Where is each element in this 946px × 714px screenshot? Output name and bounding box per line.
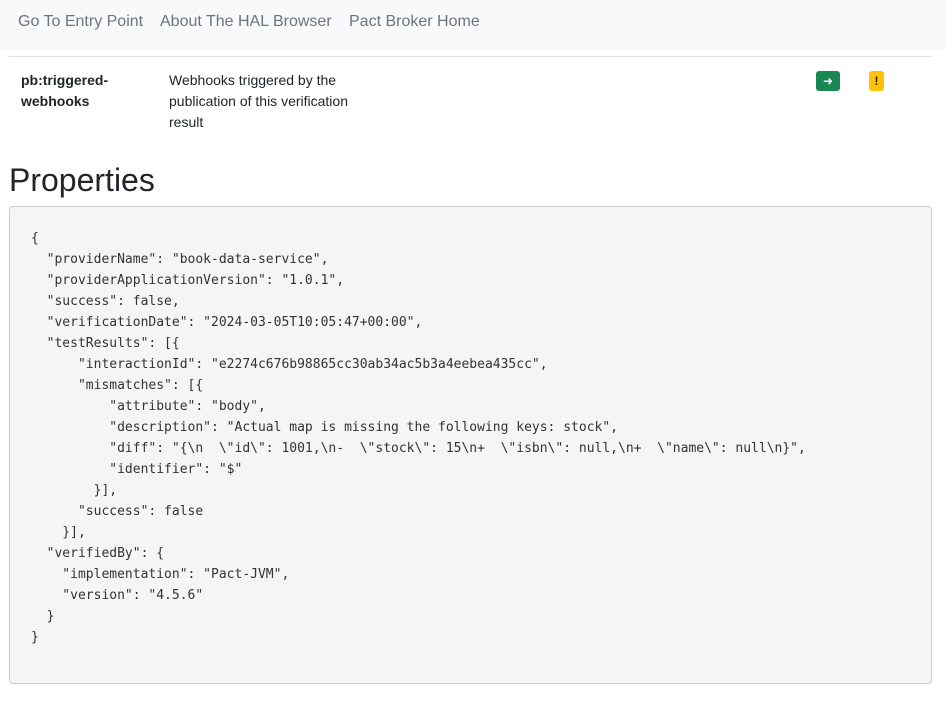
properties-json: { "providerName": "book-data-service", "… [31,231,806,645]
link-title: Webhooks triggered by the publication of… [169,72,348,130]
follow-link-button[interactable]: ➜ [816,71,840,91]
properties-panel: { "providerName": "book-data-service", "… [9,206,932,684]
nav-about-hal-browser[interactable]: About The HAL Browser [160,13,332,31]
exclamation-icon: ! [874,74,879,88]
nav-go-to-entry-point[interactable]: Go To Entry Point [18,13,143,31]
non-get-request-button[interactable]: ! [869,71,884,91]
navbar: Go To Entry Point About The HAL Browser … [0,0,946,50]
links-row-divider [9,56,932,57]
nav-pact-broker-home[interactable]: Pact Broker Home [349,13,480,31]
properties-heading: Properties [9,162,155,198]
arrow-right-icon: ➜ [822,74,834,88]
link-rel-name: pb:triggered-webhooks [21,72,109,109]
